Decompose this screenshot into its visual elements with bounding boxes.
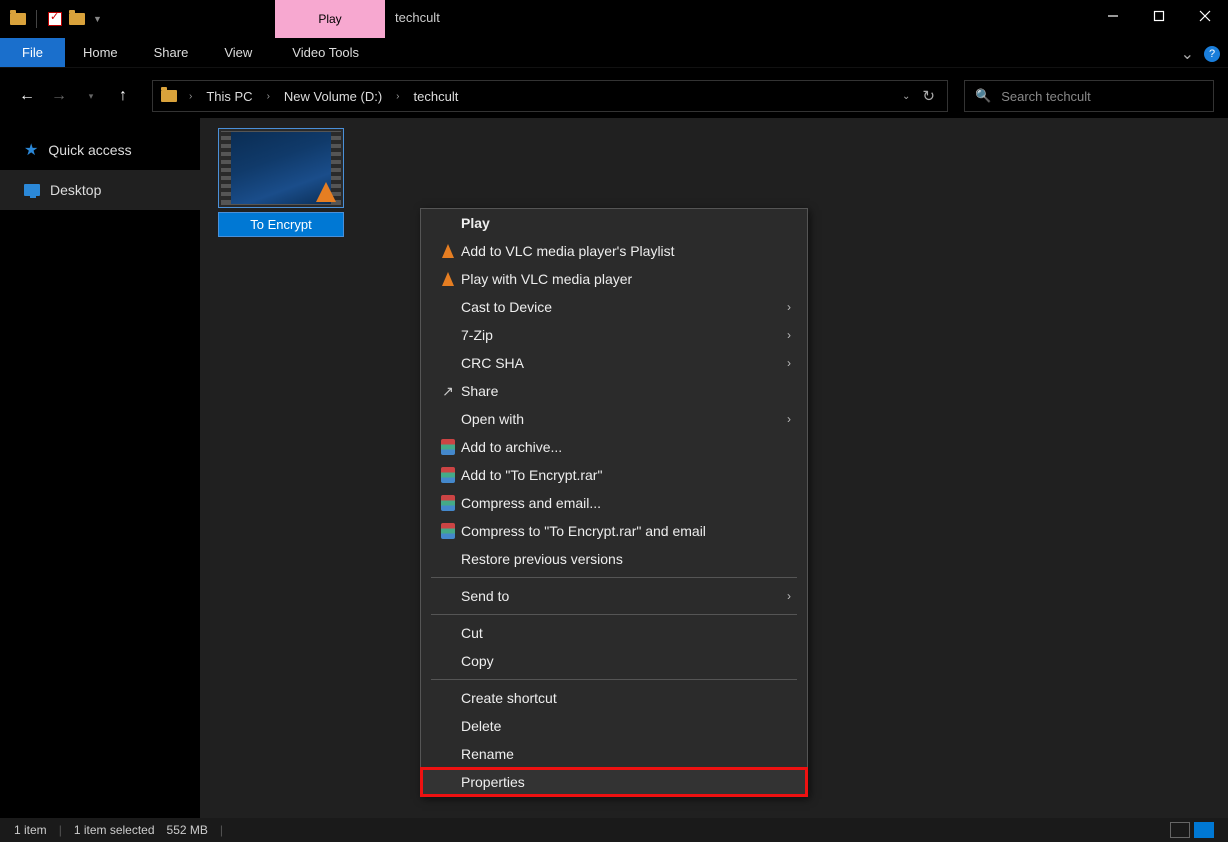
large-icons-view-button[interactable] [1194, 822, 1214, 838]
context-menu-crc-sha[interactable]: CRC SHA› [421, 349, 807, 377]
chevron-right-icon: › [787, 589, 791, 603]
context-menu-play[interactable]: Play [421, 209, 807, 237]
context-menu-restore-versions[interactable]: Restore previous versions [421, 545, 807, 573]
maximize-button[interactable] [1136, 0, 1182, 32]
breadcrumb-this-pc[interactable]: This PC [202, 89, 256, 104]
up-button[interactable]: ↑ [110, 83, 136, 109]
winrar-icon [441, 523, 455, 539]
properties-shortcut-icon[interactable] [45, 9, 65, 29]
chevron-right-icon: › [787, 356, 791, 370]
status-item-count: 1 item [14, 823, 47, 837]
sidebar-item-desktop[interactable]: Desktop [0, 170, 200, 210]
menu-separator [431, 577, 797, 578]
view-mode-switcher [1170, 822, 1214, 838]
status-bar: 1 item | 1 item selected 552 MB | [0, 818, 1228, 842]
breadcrumb-volume[interactable]: New Volume (D:) [280, 89, 386, 104]
context-menu-cast[interactable]: Cast to Device› [421, 293, 807, 321]
forward-button[interactable]: → [46, 83, 72, 109]
ribbon-tab-home[interactable]: Home [65, 38, 136, 67]
context-menu-send-to[interactable]: Send to› [421, 582, 807, 610]
ribbon-tab-file[interactable]: File [0, 38, 65, 67]
file-thumbnail [218, 128, 344, 208]
sidebar-item-label: Desktop [50, 182, 101, 198]
minimize-button[interactable] [1090, 0, 1136, 32]
navigation-bar: ← → ▾ ↑ › This PC › New Volume (D:) › te… [0, 74, 1228, 118]
sidebar-item-quick-access[interactable]: ★ Quick access [0, 130, 200, 170]
context-menu-add-rar[interactable]: Add to "To Encrypt.rar" [421, 461, 807, 489]
star-icon: ★ [24, 140, 38, 160]
contextual-tab-play[interactable]: Play [275, 0, 385, 38]
context-menu-compress-rar-email[interactable]: Compress to "To Encrypt.rar" and email [421, 517, 807, 545]
title-bar: ▼ Play techcult [0, 0, 1228, 38]
search-input[interactable]: 🔍 Search techcult [964, 80, 1214, 112]
context-menu-share[interactable]: ↗Share [421, 377, 807, 405]
chevron-right-icon: › [787, 412, 791, 426]
chevron-right-icon[interactable]: › [185, 91, 196, 102]
address-bar[interactable]: › This PC › New Volume (D:) › techcult ⌄… [152, 80, 948, 112]
context-menu-7zip[interactable]: 7-Zip› [421, 321, 807, 349]
folder-icon[interactable] [8, 9, 28, 29]
context-menu-copy[interactable]: Copy [421, 647, 807, 675]
ribbon-tab-video-tools[interactable]: Video Tools [274, 38, 377, 67]
separator: | [59, 823, 62, 837]
context-menu-play-vlc[interactable]: Play with VLC media player [421, 265, 807, 293]
separator: | [220, 823, 223, 837]
sidebar-item-label: Quick access [48, 142, 131, 158]
breadcrumb-current[interactable]: techcult [410, 89, 463, 104]
menu-separator [431, 679, 797, 680]
divider [36, 10, 37, 28]
folder-icon [159, 86, 179, 106]
context-menu-delete[interactable]: Delete [421, 712, 807, 740]
context-menu-cut[interactable]: Cut [421, 619, 807, 647]
status-selected-size: 552 MB [167, 823, 208, 837]
desktop-icon [24, 184, 40, 196]
ribbon-tabs: File Home Share View Video Tools ⌄ ? [0, 38, 1228, 68]
navigation-pane: ★ Quick access Desktop [0, 118, 200, 818]
ribbon-tab-share[interactable]: Share [136, 38, 207, 67]
window-controls [1090, 0, 1228, 32]
context-menu-add-archive[interactable]: Add to archive... [421, 433, 807, 461]
window-title: techcult [395, 10, 440, 25]
chevron-right-icon[interactable]: › [263, 91, 274, 102]
context-menu-create-shortcut[interactable]: Create shortcut [421, 684, 807, 712]
context-menu-open-with[interactable]: Open with› [421, 405, 807, 433]
winrar-icon [441, 495, 455, 511]
chevron-right-icon: › [787, 300, 791, 314]
recent-locations-dropdown[interactable]: ▾ [78, 83, 104, 109]
status-selected-count: 1 item selected [74, 823, 155, 837]
vlc-cone-icon [442, 244, 454, 258]
winrar-icon [441, 439, 455, 455]
file-item-to-encrypt[interactable]: To Encrypt [218, 128, 344, 237]
file-name-label: To Encrypt [218, 212, 344, 237]
context-menu-compress-email[interactable]: Compress and email... [421, 489, 807, 517]
details-view-button[interactable] [1170, 822, 1190, 838]
new-folder-icon[interactable] [67, 9, 87, 29]
ribbon-tab-view[interactable]: View [206, 38, 270, 67]
close-button[interactable] [1182, 0, 1228, 32]
chevron-right-icon: › [787, 328, 791, 342]
back-button[interactable]: ← [14, 83, 40, 109]
quick-access-toolbar: ▼ [0, 9, 102, 29]
vlc-cone-icon [316, 182, 336, 202]
context-menu-rename[interactable]: Rename [421, 740, 807, 768]
chevron-right-icon[interactable]: › [392, 91, 403, 102]
collapse-ribbon-icon[interactable]: ⌄ [1181, 44, 1194, 64]
context-menu-add-vlc-playlist[interactable]: Add to VLC media player's Playlist [421, 237, 807, 265]
refresh-button[interactable]: ↻ [922, 87, 935, 105]
context-menu-properties[interactable]: Properties [421, 768, 807, 796]
winrar-icon [441, 467, 455, 483]
share-icon: ↗ [442, 383, 454, 400]
context-menu: Play Add to VLC media player's Playlist … [420, 208, 808, 797]
menu-separator [431, 614, 797, 615]
qat-dropdown-icon[interactable]: ▼ [93, 14, 102, 24]
search-icon: 🔍 [975, 88, 991, 104]
help-icon[interactable]: ? [1204, 46, 1220, 62]
search-placeholder: Search techcult [1001, 89, 1091, 104]
address-dropdown-icon[interactable]: ⌄ [902, 91, 910, 102]
vlc-cone-icon [442, 272, 454, 286]
